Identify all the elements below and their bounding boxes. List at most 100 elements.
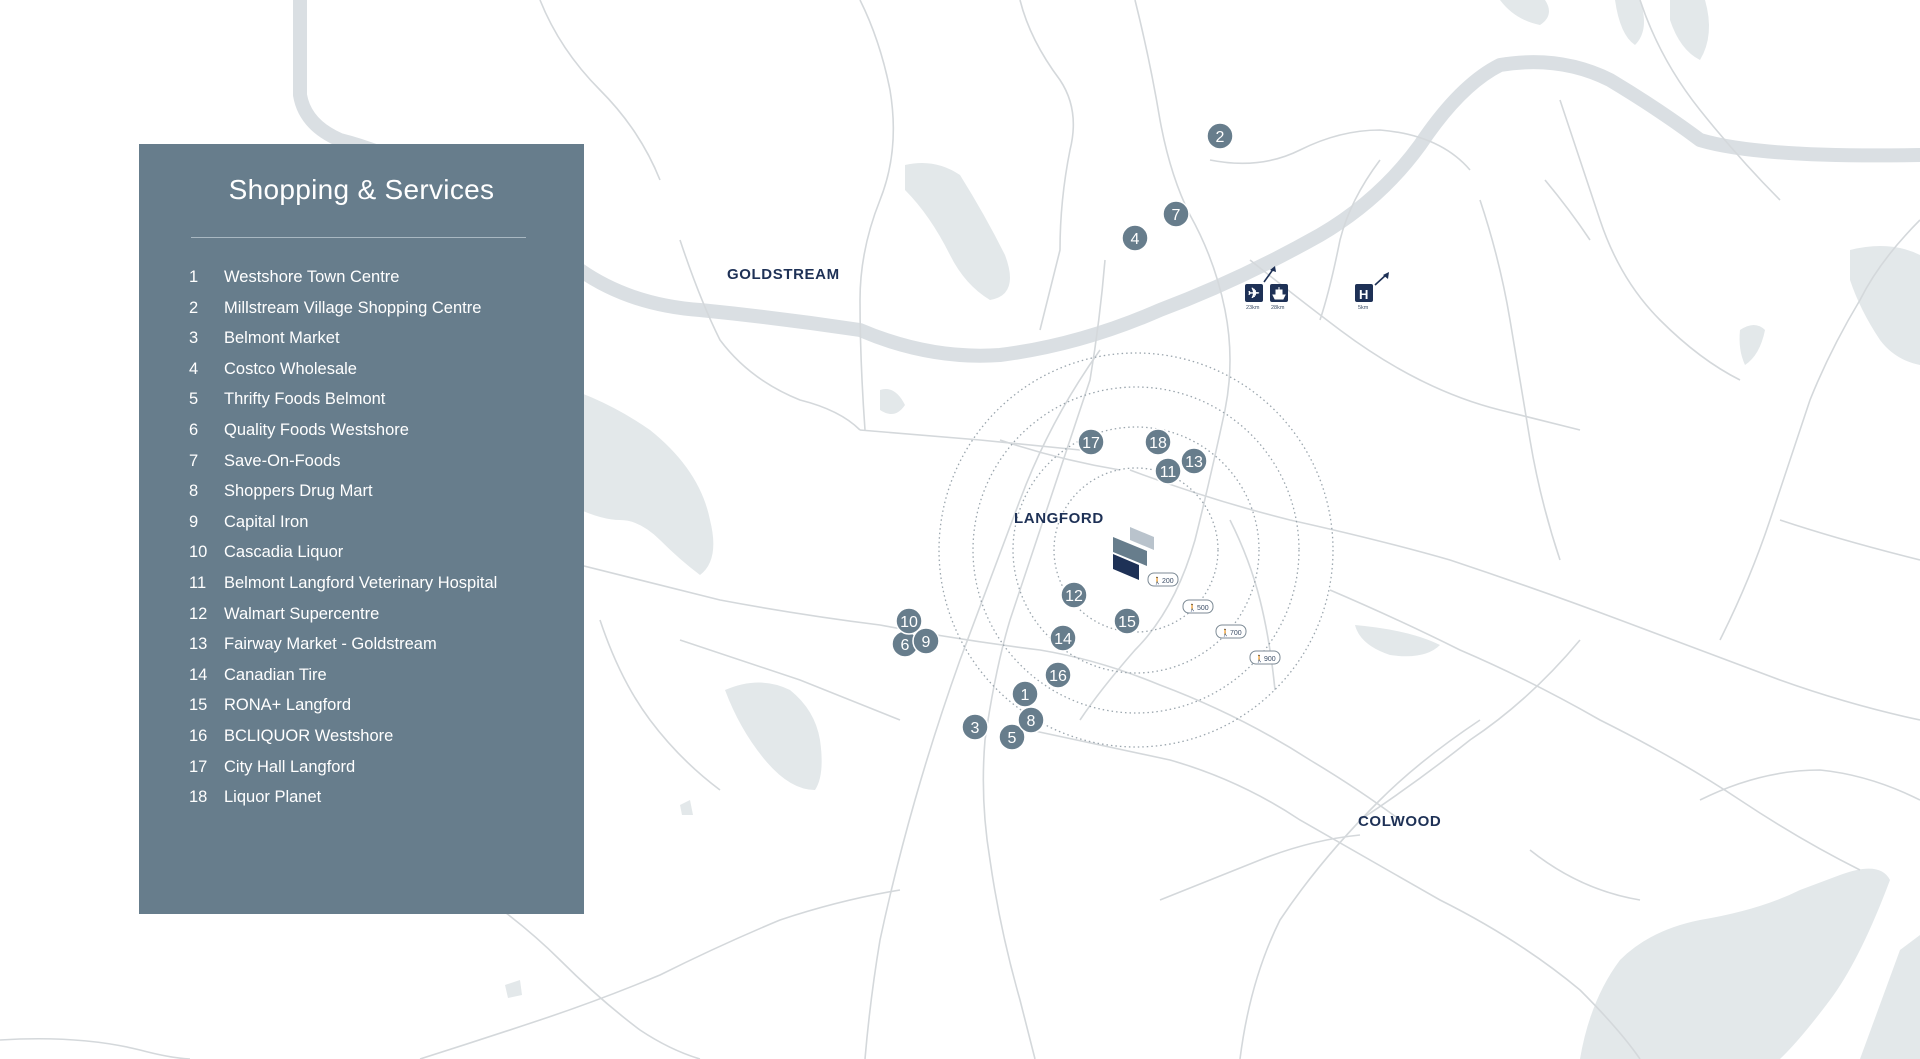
svg-text:6: 6 [901, 637, 910, 654]
svg-text:9: 9 [922, 634, 931, 651]
legend-item[interactable]: 5 Thrifty Foods Belmont [189, 384, 497, 415]
legend-item[interactable]: 8 Shoppers Drug Mart [189, 476, 497, 507]
walk-badge-900-label: 900 [1264, 656, 1276, 663]
legend-item-name: Save-On-Foods [224, 451, 341, 470]
panel-divider [191, 237, 526, 238]
hospital-distance: 5km [1358, 305, 1369, 311]
svg-text:10: 10 [900, 614, 918, 631]
legend-item-name: Costco Wholesale [224, 359, 357, 378]
walk-badge-500: 🚶 500 [1182, 599, 1214, 614]
walk-badge-900: 🚶 900 [1249, 650, 1281, 665]
svg-text:16: 16 [1049, 668, 1067, 685]
map-marker-18[interactable]: 18 [1144, 428, 1172, 456]
legend-item-name: Thrifty Foods Belmont [224, 390, 386, 409]
legend-item[interactable]: 7 Save-On-Foods [189, 446, 497, 477]
legend-item-name: Fairway Market - Goldstream [224, 635, 437, 654]
map-marker-3[interactable]: 3 [961, 713, 989, 741]
walk-badge-700: 🚶 700 [1215, 624, 1247, 639]
legend-item-number: 15 [189, 696, 208, 715]
legend-item[interactable]: 14 Canadian Tire [189, 660, 497, 691]
legend-item-name: Millstream Village Shopping Centre [224, 298, 482, 317]
legend-item-number: 1 [189, 268, 199, 286]
walk-badge-200: 🚶 200 [1147, 572, 1179, 587]
legend-item-number: 18 [189, 788, 208, 807]
map-marker-1[interactable]: 1 [1011, 680, 1039, 708]
svg-text:12: 12 [1065, 588, 1083, 605]
legend-item[interactable]: 2 Millstream Village Shopping Centre [189, 293, 497, 324]
legend-panel: Shopping & Services 1 Westshore Town Cent… [139, 144, 584, 914]
legend-item[interactable]: 16 BCLIQUOR Westshore [189, 721, 497, 752]
svg-text:17: 17 [1082, 435, 1100, 452]
map-marker-2[interactable]: 2 [1206, 122, 1234, 150]
legend-item[interactable]: 15 RONA+ Langford [189, 690, 497, 721]
airport-icon[interactable]: ✈ [1245, 284, 1263, 302]
map-marker-14[interactable]: 14 [1049, 624, 1077, 652]
svg-text:3: 3 [971, 720, 980, 737]
walk-badge-500-label: 500 [1197, 605, 1209, 612]
walk-icon: 🚶 [1188, 603, 1197, 612]
map-marker-8[interactable]: 8 [1017, 706, 1045, 734]
legend-item-number: 6 [189, 420, 199, 439]
walk-icon: 🚶 [1221, 628, 1230, 637]
legend-item[interactable]: 1 Westshore Town Centre [189, 262, 497, 293]
airport-distance: 23km [1246, 305, 1260, 311]
legend-item[interactable]: 12 Walmart Supercentre [189, 599, 497, 630]
legend-item-number: 16 [189, 726, 208, 745]
svg-text:11: 11 [1160, 464, 1177, 481]
map-marker-7[interactable]: 7 [1162, 200, 1190, 228]
map-marker-13[interactable]: 13 [1180, 447, 1208, 475]
legend-item-name: Walmart Supercentre [224, 604, 380, 623]
legend-item-number: 13 [189, 635, 208, 654]
legend-list: 1 Westshore Town Centre 2 Millstream Villa… [189, 262, 497, 813]
legend-item[interactable]: 17 City Hall Langford [189, 752, 497, 783]
ferry-distance: 28km [1271, 305, 1285, 311]
svg-text:5: 5 [1008, 730, 1017, 747]
legend-item[interactable]: 18 Liquor Planet [189, 782, 497, 813]
map-marker-17[interactable]: 17 [1077, 428, 1105, 456]
svg-text:7: 7 [1172, 207, 1181, 224]
legend-item-name: Cascadia Liquor [224, 543, 344, 562]
map-marker-12[interactable]: 12 [1060, 581, 1088, 609]
panel-title: Shopping & Services [228, 174, 495, 205]
legend-item-name: RONA+ Langford [224, 696, 352, 715]
walk-badge-200-label: 200 [1162, 578, 1174, 585]
area-label-goldstream: GOLDSTREAM [727, 266, 840, 283]
svg-text:13: 13 [1185, 454, 1203, 471]
legend-item[interactable]: 4 Costco Wholesale [189, 354, 497, 385]
direction-arrow-icon [1374, 272, 1389, 286]
ferry-icon[interactable] [1270, 284, 1288, 302]
map-marker-4[interactable]: 4 [1121, 224, 1149, 252]
hospital-icon[interactable]: H [1355, 284, 1373, 302]
svg-text:4: 4 [1131, 231, 1140, 248]
map-marker-11[interactable]: 11 [1154, 457, 1182, 485]
legend-item-number: 10 [189, 543, 208, 562]
svg-text:2: 2 [1216, 129, 1225, 146]
walk-icon: 🚶 [1255, 654, 1264, 663]
map-marker-10[interactable]: 10 [895, 607, 923, 635]
svg-text:1: 1 [1021, 687, 1030, 704]
legend-item-name: Capital Iron [224, 512, 309, 531]
legend-item[interactable]: 13 Fairway Market - Goldstream [189, 629, 497, 660]
legend-item[interactable]: 11 Belmont Langford Veterinary Hospital [189, 568, 497, 599]
legend-item-name: Belmont Market [224, 329, 340, 348]
legend-item-name: Quality Foods Westshore [224, 420, 409, 439]
legend-item-name: BCLIQUOR Westshore [224, 726, 394, 745]
map-marker-16[interactable]: 16 [1044, 661, 1072, 689]
legend-item-number: 5 [189, 390, 199, 409]
svg-text:14: 14 [1054, 631, 1072, 648]
legend-item-name: City Hall Langford [224, 757, 356, 776]
area-label-colwood: COLWOOD [1358, 813, 1441, 830]
svg-text:H: H [1359, 287, 1368, 302]
legend-item[interactable]: 6 Quality Foods Westshore [189, 415, 497, 446]
legend-item-number: 3 [189, 329, 199, 348]
legend-item-number: 9 [189, 512, 199, 531]
legend-item[interactable]: 3 Belmont Market [189, 323, 497, 354]
legend-item[interactable]: 9 Capital Iron [189, 507, 497, 538]
legend-item-number: 4 [189, 359, 199, 378]
legend-item-number: 12 [189, 604, 208, 623]
development-site-logo [1113, 527, 1154, 580]
map-marker-15[interactable]: 15 [1113, 607, 1141, 635]
legend-item-name: Canadian Tire [224, 665, 327, 684]
legend-item[interactable]: 10 Cascadia Liquor [189, 537, 497, 568]
walk-icon: 🚶 [1153, 576, 1162, 585]
